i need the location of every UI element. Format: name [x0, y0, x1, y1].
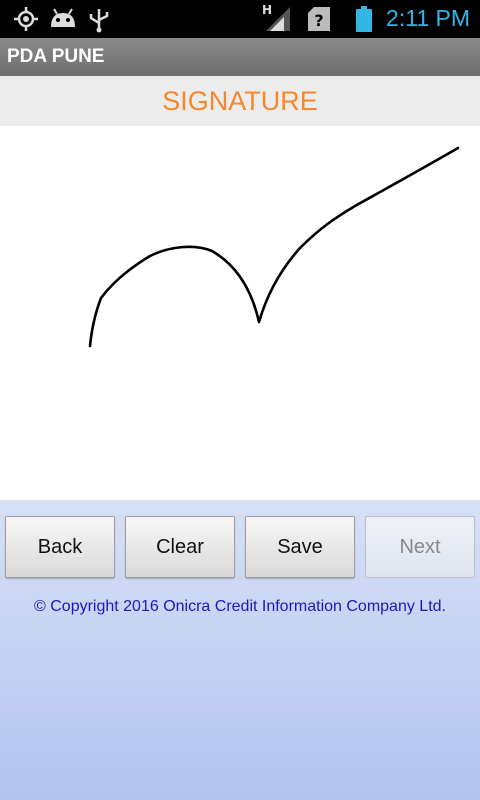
- back-button[interactable]: Back: [5, 516, 115, 578]
- gps-icon: [14, 7, 38, 31]
- clock-time: 2:11 PM: [386, 5, 470, 31]
- signature-stroke: [88, 146, 460, 348]
- battery-icon: [356, 6, 372, 32]
- action-bar: PDA PUNE: [0, 38, 480, 76]
- app-title: PDA PUNE: [7, 46, 105, 67]
- usb-icon: [89, 9, 109, 33]
- clear-button[interactable]: Clear: [125, 516, 235, 578]
- sim-alert-icon: ?: [308, 7, 330, 31]
- signal-icon: [266, 7, 290, 31]
- signature-canvas[interactable]: [0, 126, 480, 500]
- next-button[interactable]: Next: [365, 516, 475, 578]
- svg-text:?: ?: [314, 11, 323, 30]
- signature-header: SIGNATURE: [0, 76, 480, 126]
- save-button[interactable]: Save: [245, 516, 355, 578]
- screen: H ? 2:11 PM PDA PUNE SIGNATURE Back Clea…: [0, 0, 480, 800]
- status-bar: H ? 2:11 PM: [0, 0, 480, 38]
- page-title: SIGNATURE: [162, 86, 318, 116]
- android-debug-icon: [51, 8, 75, 27]
- copyright-text: © Copyright 2016 Onicra Credit Informati…: [34, 598, 446, 615]
- bottom-panel: Back Clear Save Next © Copyright 2016 On…: [0, 500, 480, 800]
